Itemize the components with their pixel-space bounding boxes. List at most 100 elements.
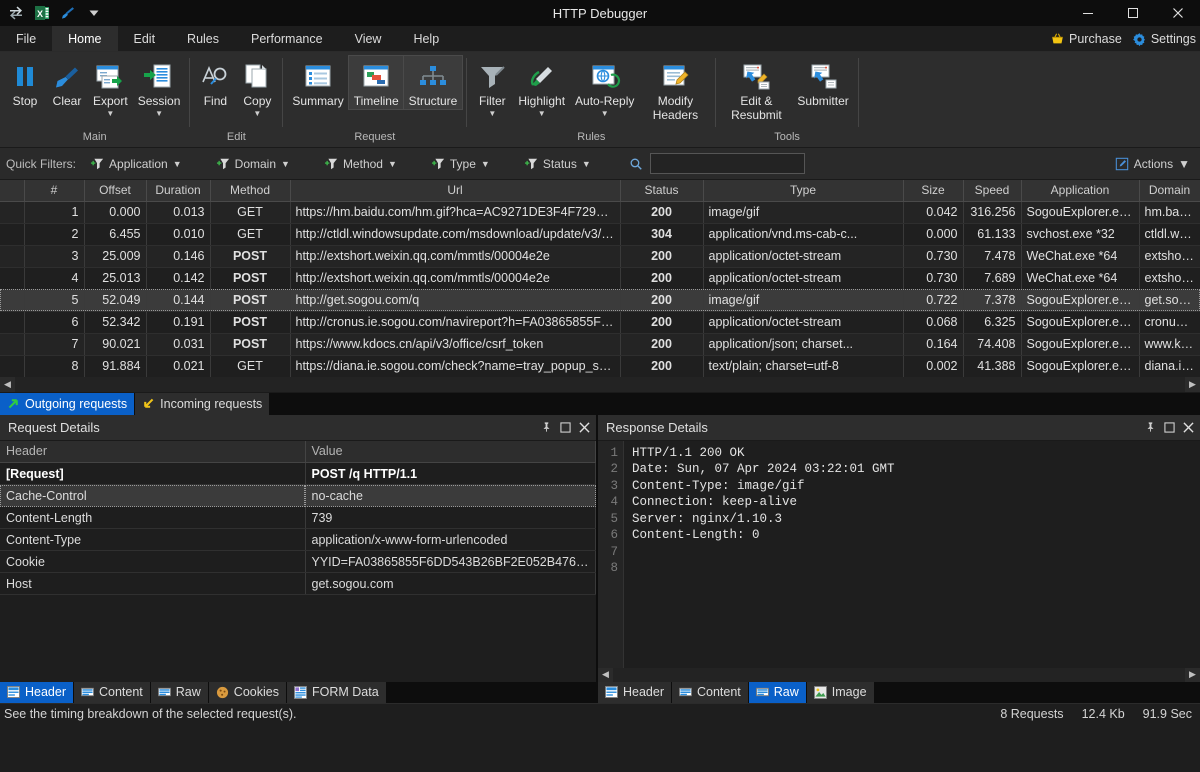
- cell-method[interactable]: POST: [210, 311, 291, 334]
- cell-type[interactable]: application/octet-stream: [703, 311, 904, 334]
- table-row[interactable]: 6 52.342 0.191 POST http://cronus.ie.sogou.c…: [0, 311, 1200, 334]
- header-name-cell[interactable]: [Request]: [0, 462, 306, 485]
- chevron-down-icon[interactable]: ▼: [281, 159, 290, 169]
- cell-duration[interactable]: 0.021: [146, 355, 211, 378]
- cell-size[interactable]: 0.164: [903, 333, 964, 356]
- response-horizontal-scrollbar[interactable]: ◀ ▶: [598, 667, 1200, 682]
- menu-item-help[interactable]: Help: [397, 26, 455, 51]
- cell-url[interactable]: http://extshort.weixin.qq.com/mmtls/0000…: [290, 267, 621, 290]
- header-row[interactable]: Host get.sogou.com: [0, 572, 596, 595]
- table-row[interactable]: 8 91.884 0.021 GET https://diana.ie.sogou.co…: [0, 355, 1200, 378]
- cell-url[interactable]: https://www.kdocs.cn/api/v3/office/csrf_…: [290, 333, 621, 356]
- cell-number[interactable]: 5: [24, 289, 85, 312]
- cell-url[interactable]: http://extshort.weixin.qq.com/mmtls/0000…: [290, 245, 621, 268]
- timeline-button[interactable]: Timeline: [347, 55, 405, 110]
- cell-size[interactable]: 0.068: [903, 311, 964, 334]
- header-row[interactable]: Content-Type application/x-www-form-urlen…: [0, 528, 596, 551]
- cell-domain[interactable]: ctldl.windowsupd...: [1139, 223, 1200, 246]
- scroll-track[interactable]: [613, 667, 1185, 682]
- close-button[interactable]: [1155, 0, 1200, 26]
- cell-size[interactable]: 0.002: [903, 355, 964, 378]
- modify-headers-button[interactable]: Modify Headers: [639, 56, 711, 123]
- cell-domain[interactable]: cronus.ie.sogou...: [1139, 311, 1200, 334]
- cell-number[interactable]: 7: [24, 333, 85, 356]
- cell-speed[interactable]: 61.133: [963, 223, 1022, 246]
- search-input[interactable]: [649, 153, 805, 174]
- col-duration[interactable]: Duration: [146, 180, 211, 202]
- swap-icon[interactable]: [6, 3, 26, 23]
- cell-type[interactable]: application/octet-stream: [703, 267, 904, 290]
- purchase-button[interactable]: Purchase: [1050, 32, 1122, 46]
- response-tab-raw[interactable]: Raw: [748, 681, 807, 703]
- cell-type[interactable]: image/gif: [703, 289, 904, 312]
- cell-method[interactable]: POST: [210, 289, 291, 312]
- cell-speed[interactable]: 7.478: [963, 245, 1022, 268]
- col-domain[interactable]: Domain: [1139, 180, 1200, 202]
- cell-application[interactable]: SogouExplorer.ex...: [1021, 289, 1140, 312]
- cell-number[interactable]: 2: [24, 223, 85, 246]
- cell-speed[interactable]: 7.689: [963, 267, 1022, 290]
- cell-domain[interactable]: extshort.weixin.q...: [1139, 267, 1200, 290]
- cell-status[interactable]: 200: [620, 201, 704, 224]
- chevron-down-icon[interactable]: ▼: [253, 109, 261, 118]
- maximize-pane-icon[interactable]: [560, 421, 571, 433]
- actions-button[interactable]: Actions ▼: [1115, 157, 1190, 171]
- header-name-cell[interactable]: Host: [0, 572, 306, 595]
- pin-icon[interactable]: [1145, 421, 1156, 433]
- menu-item-rules[interactable]: Rules: [171, 26, 235, 51]
- table-row[interactable]: 3 25.009 0.146 POST http://extshort.weixin.q…: [0, 245, 1200, 268]
- col-size[interactable]: Size: [903, 180, 964, 202]
- cell-offset[interactable]: 52.049: [84, 289, 147, 312]
- cell-duration[interactable]: 0.146: [146, 245, 211, 268]
- close-pane-icon[interactable]: [579, 421, 590, 433]
- menu-item-edit[interactable]: Edit: [118, 26, 172, 51]
- chevron-down-icon[interactable]: [84, 3, 104, 23]
- header-name-cell[interactable]: Cache-Control: [0, 484, 306, 507]
- quick-filter-method[interactable]: Method ▼: [324, 157, 397, 171]
- cell-status[interactable]: 200: [620, 355, 704, 378]
- cell-type[interactable]: application/json; charset...: [703, 333, 904, 356]
- chevron-down-icon[interactable]: ▼: [388, 159, 397, 169]
- chevron-down-icon[interactable]: ▼: [1178, 157, 1190, 171]
- row-indicator[interactable]: [0, 289, 25, 312]
- session-button[interactable]: Session ▼: [133, 56, 186, 118]
- header-value-cell[interactable]: get.sogou.com: [305, 572, 596, 595]
- scroll-left-arrow[interactable]: ◀: [0, 377, 15, 392]
- scroll-left-arrow[interactable]: ◀: [598, 667, 613, 682]
- cell-duration[interactable]: 0.144: [146, 289, 211, 312]
- header-name-cell[interactable]: Content-Length: [0, 506, 306, 529]
- cell-domain[interactable]: hm.baidu.com: [1139, 201, 1200, 224]
- response-details-body[interactable]: 1 2 3 4 5 6 7 8 HTTP/1.1 200 OK Date: Su…: [598, 440, 1200, 668]
- cell-size[interactable]: 0.730: [903, 267, 964, 290]
- cell-speed[interactable]: 7.378: [963, 289, 1022, 312]
- cell-duration[interactable]: 0.142: [146, 267, 211, 290]
- response-tab-image[interactable]: Image: [806, 681, 875, 703]
- chevron-down-icon[interactable]: ▼: [582, 159, 591, 169]
- col-method[interactable]: Method: [210, 180, 291, 202]
- cell-method[interactable]: POST: [210, 333, 291, 356]
- cell-status[interactable]: 200: [620, 333, 704, 356]
- cell-method[interactable]: POST: [210, 245, 291, 268]
- cell-duration[interactable]: 0.191: [146, 311, 211, 334]
- maximize-button[interactable]: [1110, 0, 1155, 26]
- cell-offset[interactable]: 25.013: [84, 267, 147, 290]
- cell-type[interactable]: application/octet-stream: [703, 245, 904, 268]
- header-value-cell[interactable]: YYID=FA03865855F6DD543B26BF2E052B4766; I…: [305, 550, 596, 573]
- cell-duration[interactable]: 0.010: [146, 223, 211, 246]
- chevron-down-icon[interactable]: ▼: [601, 109, 609, 118]
- request-col-header[interactable]: Header: [0, 440, 306, 463]
- excel-icon[interactable]: X: [32, 3, 52, 23]
- cell-application[interactable]: svchost.exe *32: [1021, 223, 1140, 246]
- row-indicator[interactable]: [0, 333, 25, 356]
- cell-duration[interactable]: 0.031: [146, 333, 211, 356]
- request-tab-content[interactable]: Content: [74, 681, 151, 703]
- col-speed[interactable]: Speed: [963, 180, 1022, 202]
- menu-item-home[interactable]: Home: [52, 26, 118, 51]
- cell-number[interactable]: 8: [24, 355, 85, 378]
- request-tab-form-data[interactable]: FORM Data: [286, 681, 387, 703]
- chevron-down-icon[interactable]: ▼: [488, 109, 496, 118]
- scroll-right-arrow[interactable]: ▶: [1185, 667, 1200, 682]
- minimize-button[interactable]: [1065, 0, 1110, 26]
- header-value-cell[interactable]: 739: [305, 506, 596, 529]
- cell-method[interactable]: GET: [210, 355, 291, 378]
